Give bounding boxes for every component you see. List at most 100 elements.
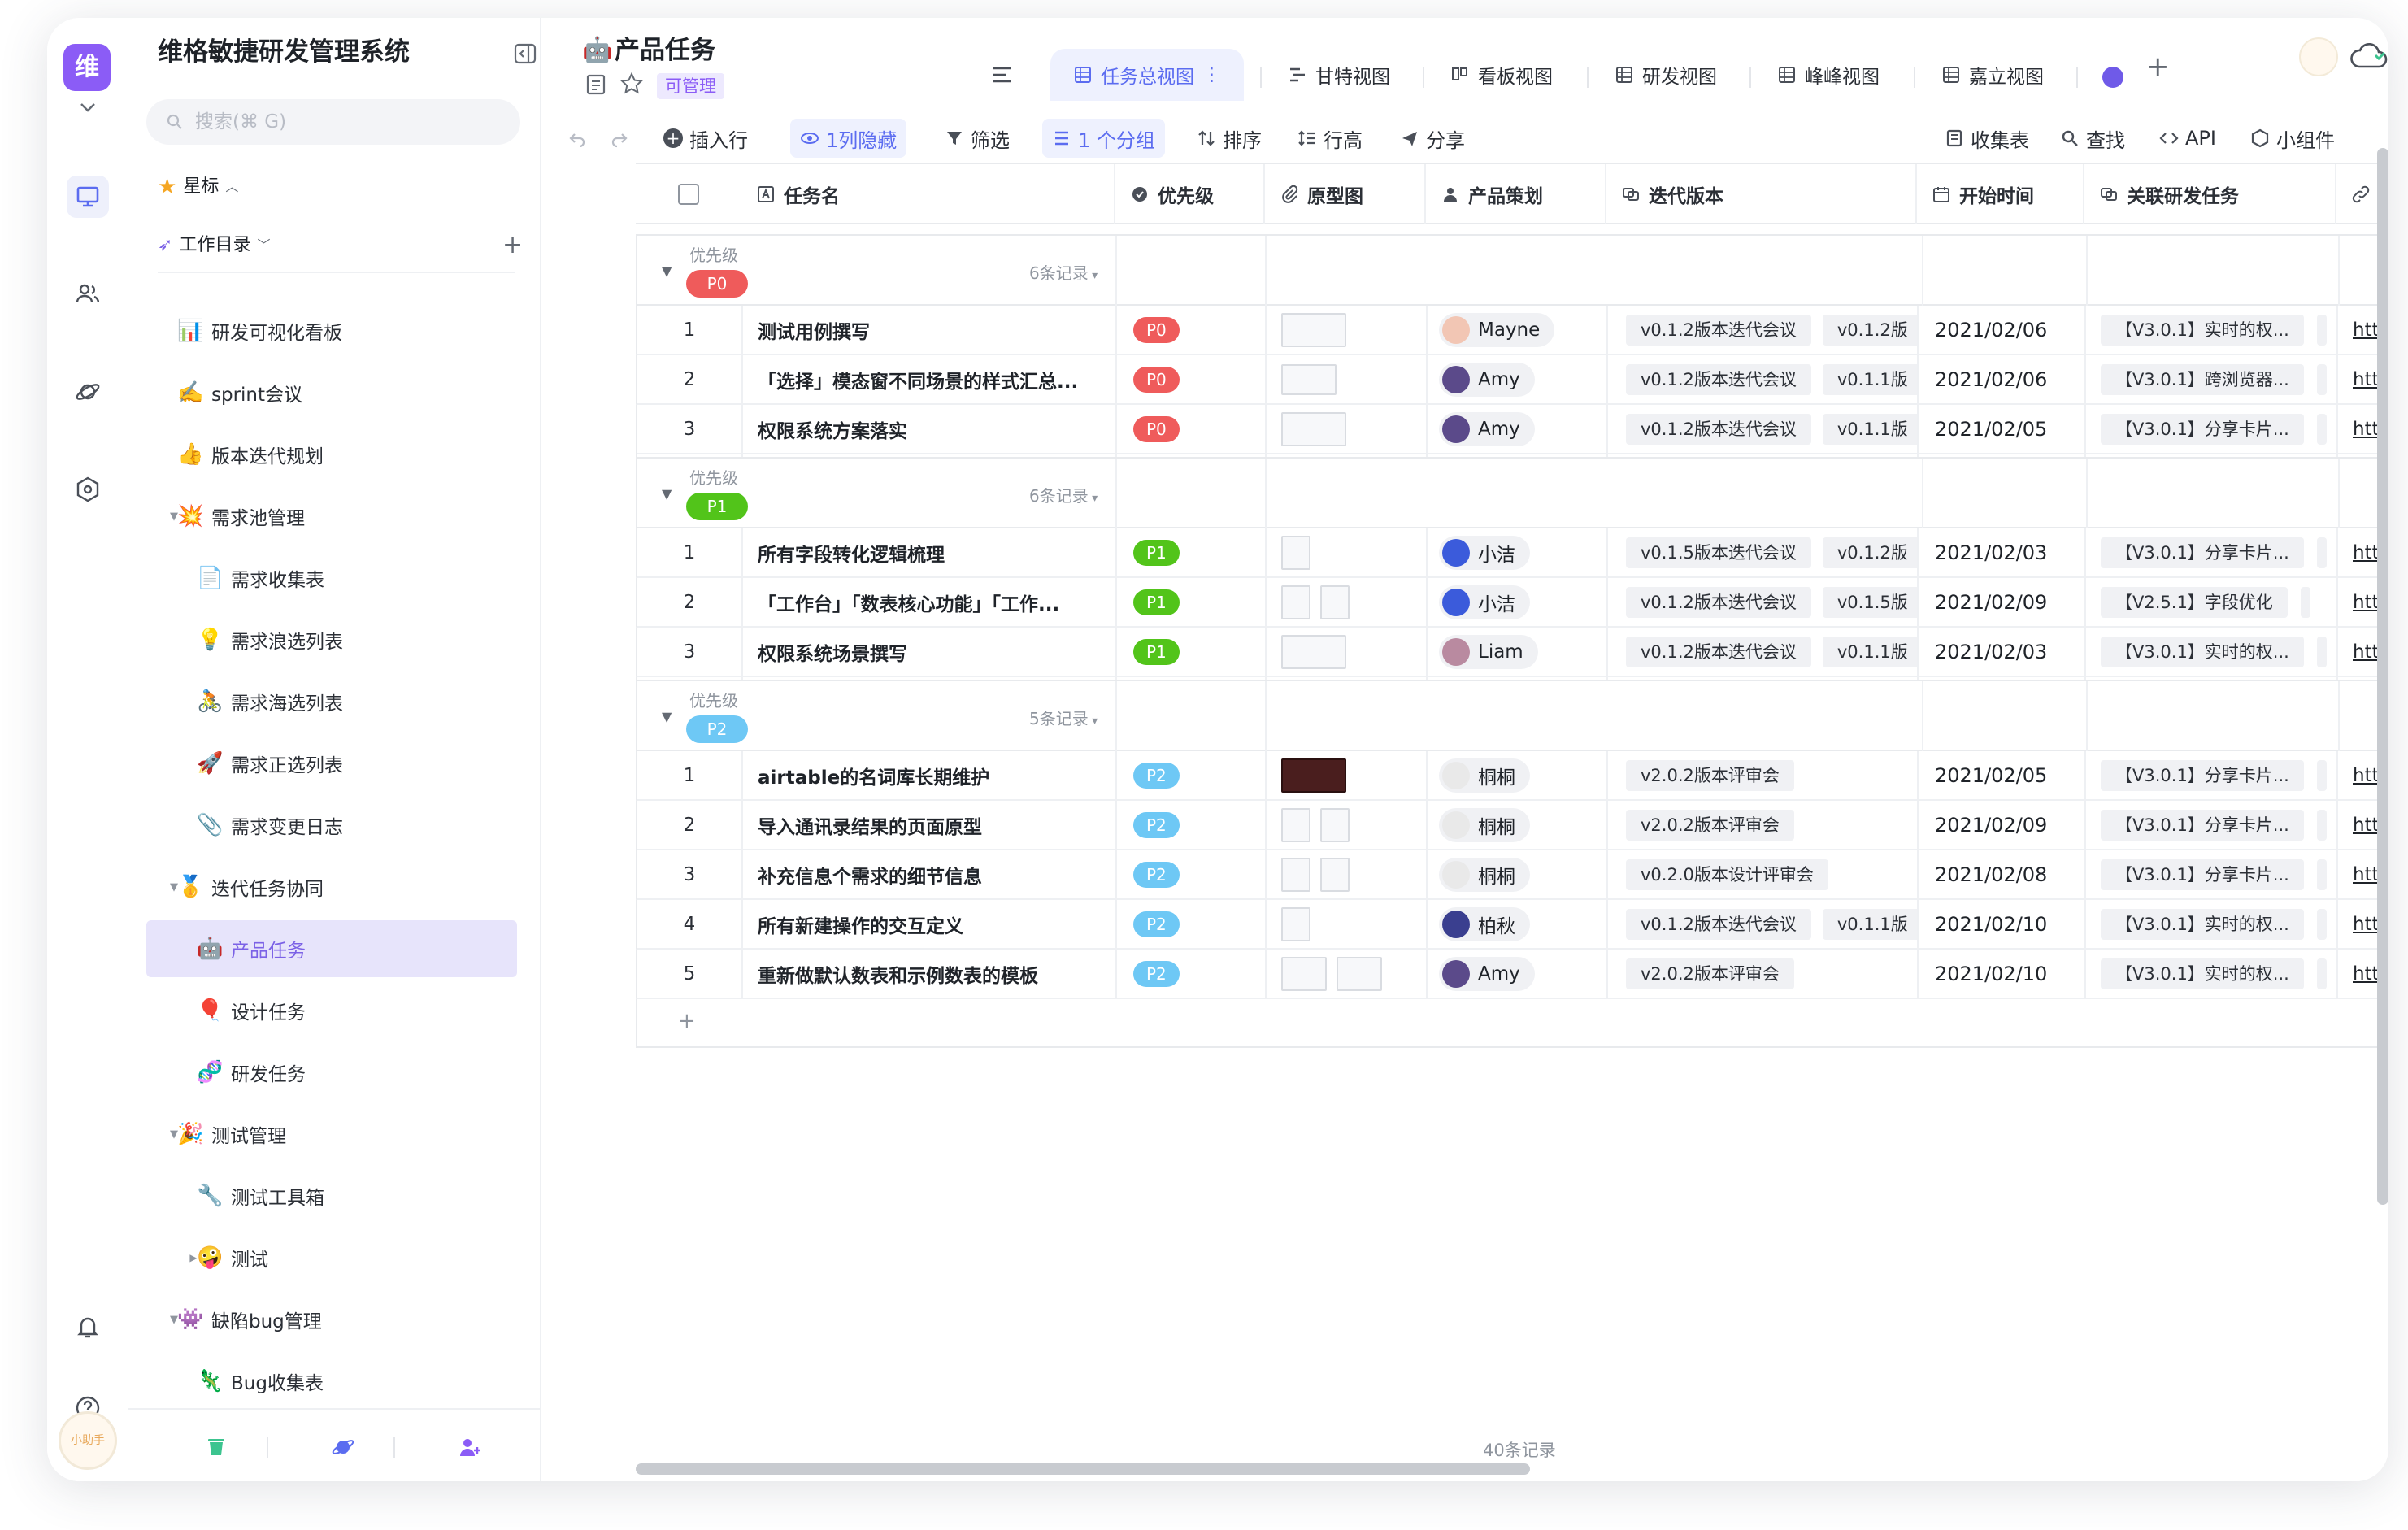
- api-button[interactable]: API: [2149, 119, 2226, 158]
- prototype-cell[interactable]: [1267, 405, 1428, 453]
- table-row[interactable]: 2 导入通讯录结果的页面原型 P2 桐桐 v2.0.2版本评审会 2021/02/09 【V…: [636, 801, 2388, 850]
- attachment-thumbnail[interactable]: [1281, 906, 1310, 941]
- planet-icon[interactable]: [67, 371, 109, 413]
- task-name-cell[interactable]: 「选择」模态窗不同场景的样式汇总...: [743, 355, 1117, 403]
- sidebar-item[interactable]: 🎈 设计任务: [146, 982, 517, 1039]
- prototype-cell[interactable]: [1267, 850, 1428, 898]
- priority-cell[interactable]: P0: [1117, 355, 1267, 403]
- sidebar-item[interactable]: 💡 需求浪选列表: [146, 611, 517, 668]
- workbench-icon[interactable]: [67, 176, 109, 218]
- chevron-down-icon[interactable]: [78, 99, 98, 115]
- group-record-count[interactable]: 5条记录 ▾: [1029, 706, 1098, 729]
- notification-bell-icon[interactable]: [67, 1306, 109, 1348]
- vertical-scrollbar[interactable]: [2377, 148, 2388, 1205]
- start-date-cell[interactable]: 2021/02/10: [1919, 900, 2086, 948]
- priority-cell[interactable]: P1: [1117, 628, 1267, 676]
- sidebar-item[interactable]: ▼ 🎉 测试管理: [146, 1106, 517, 1163]
- attachment-thumbnail[interactable]: [1320, 857, 1350, 892]
- related-task-cell[interactable]: 【V3.0.1】分享卡片...: [2086, 850, 2338, 898]
- prototype-cell[interactable]: [1267, 628, 1428, 676]
- related-task-cell[interactable]: 【V2.5.1】字段优化: [2086, 578, 2338, 626]
- caret-down-icon[interactable]: ▼: [662, 263, 672, 279]
- task-name-cell[interactable]: 所有新建操作的交互定义: [743, 900, 1117, 948]
- widget-tab-icon[interactable]: [2102, 67, 2123, 88]
- space-logo[interactable]: 维: [63, 44, 111, 91]
- priority-cell[interactable]: P1: [1117, 528, 1267, 576]
- settings-hex-icon[interactable]: [67, 468, 109, 511]
- sidebar-item[interactable]: 📎 需求变更日志: [146, 797, 517, 854]
- column-header[interactable]: 产品策划: [1426, 164, 1606, 224]
- owner-cell[interactable]: Amy: [1428, 355, 1608, 403]
- group-header[interactable]: ▼ 优先级 P1 6条记录 ▾: [636, 457, 2388, 530]
- version-cell[interactable]: v2.0.2版本评审会: [1608, 950, 1919, 998]
- user-avatar[interactable]: 小助手: [59, 1411, 117, 1470]
- owner-cell[interactable]: 小洁: [1428, 578, 1608, 626]
- add-view-button[interactable]: +: [2146, 50, 2170, 83]
- attachment-thumbnail[interactable]: [1281, 758, 1346, 793]
- find-button[interactable]: 查找: [2050, 119, 2135, 158]
- tab-view[interactable]: 任务总视图 ⋮: [1050, 49, 1244, 101]
- start-date-cell[interactable]: 2021/02/03: [1919, 528, 2086, 576]
- version-cell[interactable]: v0.1.2版本迭代会议 v0.1.1版: [1608, 355, 1919, 403]
- task-name-cell[interactable]: 补充信息个需求的细节信息: [743, 850, 1117, 898]
- cloud-sync-icon[interactable]: [2348, 41, 2388, 73]
- share-button[interactable]: 分享: [1390, 119, 1475, 158]
- related-task-cell[interactable]: 【V3.0.1】实时的权...: [2086, 950, 2338, 998]
- star-toggle-icon[interactable]: [619, 72, 644, 96]
- sidebar-item[interactable]: ✍️ sprint会议: [146, 364, 517, 421]
- related-task-cell[interactable]: 【V3.0.1】分享卡片...: [2086, 528, 2338, 576]
- priority-cell[interactable]: P0: [1117, 306, 1267, 354]
- column-header[interactable]: 开始时间: [1917, 164, 2084, 224]
- tab-view[interactable]: 看板视图: [1428, 49, 1576, 101]
- task-name-cell[interactable]: 重新做默认数表和示例数表的模板: [743, 950, 1117, 998]
- insert-row-button[interactable]: + 插入行: [654, 119, 758, 158]
- version-cell[interactable]: v0.1.2版本迭代会议 v0.1.1版: [1608, 405, 1919, 453]
- table-row[interactable]: 4 所有新建操作的交互定义 P2 柏秋 v0.1.2版本迭代会议 v0.1.1版 2021/…: [636, 900, 2388, 950]
- start-date-cell[interactable]: 2021/02/03: [1919, 628, 2086, 676]
- owner-cell[interactable]: 柏秋: [1428, 900, 1608, 948]
- sidebar-item[interactable]: 🤖 产品任务: [146, 920, 517, 977]
- tab-view[interactable]: 甘特视图: [1265, 49, 1413, 101]
- table-row[interactable]: 3 权限系统方案落实 P0 Amy v0.1.2版本迭代会议 v0.1.1版 2021/02…: [636, 405, 2388, 454]
- page-title[interactable]: 产品任务: [615, 34, 715, 67]
- trash-icon[interactable]: [203, 1434, 229, 1460]
- horizontal-scrollbar[interactable]: [636, 1463, 1530, 1475]
- owner-cell[interactable]: Liam: [1428, 628, 1608, 676]
- start-date-cell[interactable]: 2021/02/06: [1919, 306, 2086, 354]
- version-cell[interactable]: v2.0.2版本评审会: [1608, 751, 1919, 799]
- sort-button[interactable]: 排序: [1187, 119, 1271, 158]
- task-name-cell[interactable]: 测试用例撰写: [743, 306, 1117, 354]
- column-header[interactable]: 关联研发任务: [2084, 164, 2336, 224]
- redo-button[interactable]: [600, 119, 639, 158]
- description-icon[interactable]: [585, 73, 606, 96]
- table-row[interactable]: 1 测试用例撰写 P0 Mayne v0.1.2版本迭代会议 v0.1.2版 2021/02…: [636, 306, 2388, 355]
- task-name-cell[interactable]: 所有字段转化逻辑梳理: [743, 528, 1117, 576]
- add-record-row[interactable]: +: [636, 999, 2388, 1048]
- filter-button[interactable]: 筛选: [935, 119, 1019, 158]
- priority-cell[interactable]: P2: [1117, 801, 1267, 849]
- sidebar-item[interactable]: 📊 研发可视化看板: [146, 302, 517, 359]
- column-header[interactable]: 迭代版本: [1606, 164, 1917, 224]
- attachment-thumbnail[interactable]: [1281, 857, 1310, 892]
- version-cell[interactable]: v0.1.2版本迭代会议 v0.1.1版: [1608, 900, 1919, 948]
- related-task-cell[interactable]: 【V3.0.1】分享卡片...: [2086, 405, 2338, 453]
- sidebar-item[interactable]: 🧬 研发任务: [146, 1044, 517, 1101]
- work-directory[interactable]: ➶ 工作目录 ﹀: [158, 231, 270, 260]
- tab-view[interactable]: 研发视图: [1592, 49, 1740, 101]
- attachment-thumbnail[interactable]: [1281, 634, 1346, 669]
- table-row[interactable]: 2 「选择」模态窗不同场景的样式汇总... P0 Amy v0.1.2版本迭代会议 v0.…: [636, 355, 2388, 405]
- widget-button[interactable]: 小组件: [2241, 119, 2345, 158]
- collaborator-avatar[interactable]: [2299, 37, 2338, 76]
- attachment-thumbnail[interactable]: [1281, 807, 1310, 842]
- attachment-thumbnail[interactable]: [1320, 807, 1350, 842]
- priority-cell[interactable]: P1: [1117, 578, 1267, 626]
- start-date-cell[interactable]: 2021/02/06: [1919, 355, 2086, 403]
- prototype-cell[interactable]: [1267, 578, 1428, 626]
- sidebar-item[interactable]: ▼ 🥇 迭代任务协同: [146, 858, 517, 915]
- attachment-thumbnail[interactable]: [1281, 585, 1310, 619]
- owner-cell[interactable]: 桐桐: [1428, 850, 1608, 898]
- form-button[interactable]: 收集表: [1935, 119, 2039, 158]
- group-button[interactable]: 1 个分组: [1042, 119, 1165, 158]
- table-row[interactable]: 5 重新做默认数表和示例数表的模板 P2 Amy v2.0.2版本评审会 2021/02/…: [636, 950, 2388, 999]
- more-vertical-icon[interactable]: ⋮: [1202, 64, 1221, 85]
